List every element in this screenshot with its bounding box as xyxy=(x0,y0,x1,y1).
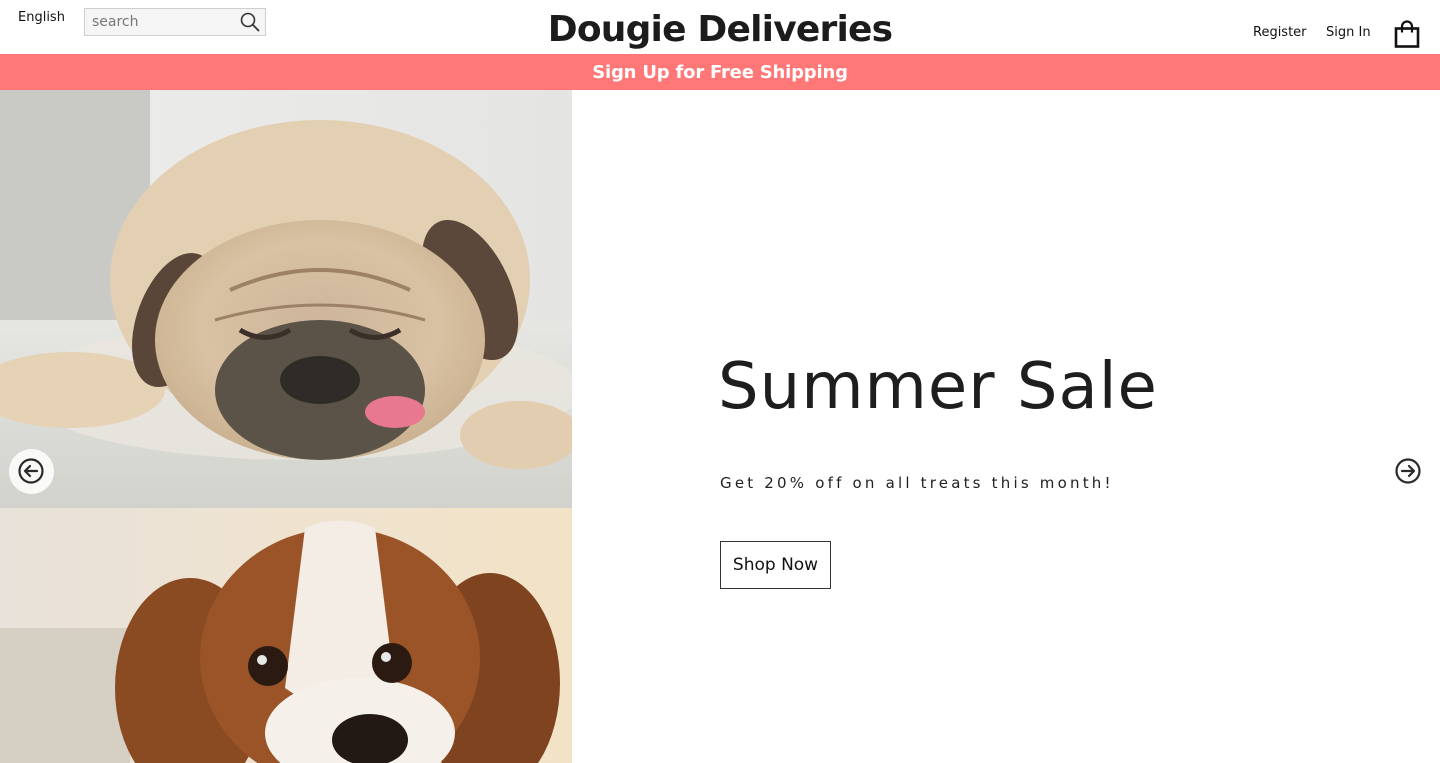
register-link[interactable]: Register xyxy=(1253,25,1307,40)
arrow-left-circle-icon xyxy=(18,458,44,484)
spaniel-photo xyxy=(0,508,572,763)
brand-logo[interactable]: Dougie Deliveries xyxy=(548,9,893,50)
search-icon xyxy=(240,12,260,32)
search-input[interactable] xyxy=(85,9,237,35)
pug-photo xyxy=(0,90,572,508)
cart-button[interactable] xyxy=(1394,20,1420,48)
carousel-next-button[interactable] xyxy=(1394,457,1422,485)
shop-now-button[interactable]: Shop Now xyxy=(720,541,831,589)
hero-subtitle: Get 20% off on all treats this month! xyxy=(720,474,1114,492)
promo-signup-link[interactable]: Sign Up for Free Shipping xyxy=(592,62,848,83)
search-button[interactable] xyxy=(238,11,262,33)
sign-in-link[interactable]: Sign In xyxy=(1326,25,1371,40)
shopping-bag-icon xyxy=(1394,20,1420,48)
search-bar xyxy=(84,8,266,36)
promo-banner: Sign Up for Free Shipping xyxy=(0,54,1440,90)
carousel-prev-button[interactable] xyxy=(17,457,45,485)
hero-title: Summer Sale xyxy=(718,350,1158,424)
site-header: English Dougie Deliveries Register Sign … xyxy=(0,0,1440,54)
language-selector[interactable]: English xyxy=(18,10,65,25)
arrow-right-circle-icon xyxy=(1395,458,1421,484)
